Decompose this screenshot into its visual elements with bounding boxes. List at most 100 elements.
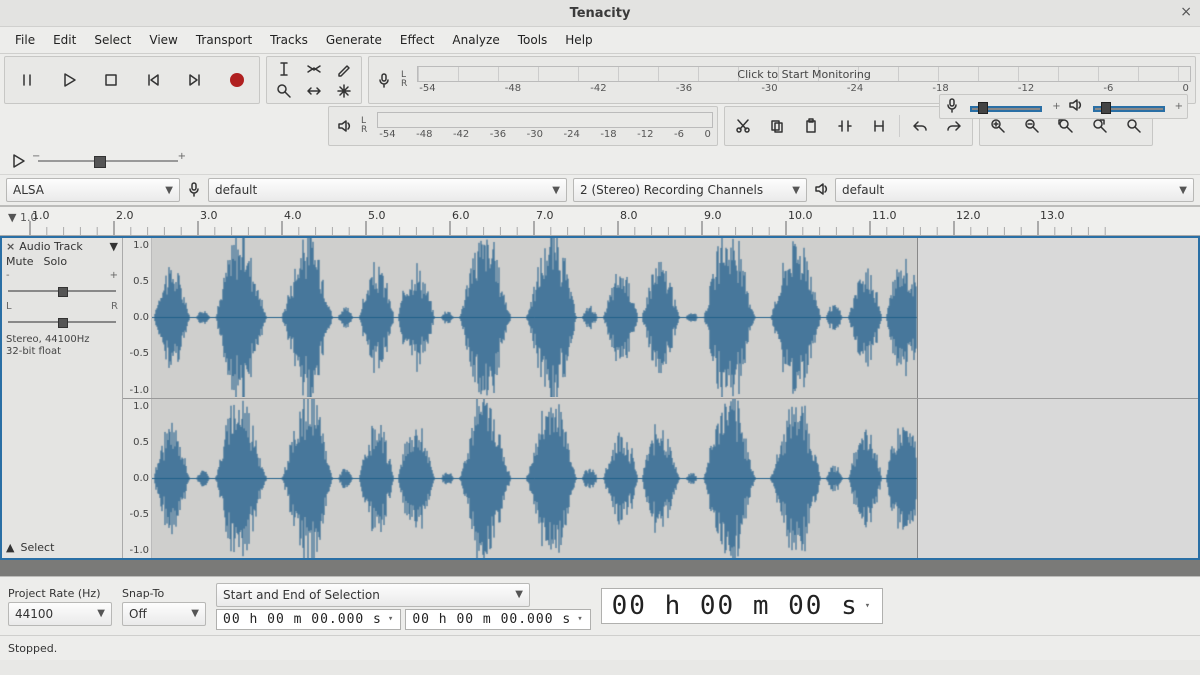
menu-transport[interactable]: Transport	[189, 30, 259, 50]
mixer-toolbar: + +	[939, 94, 1188, 119]
recording-meter-hint: Click to Start Monitoring	[737, 68, 870, 81]
rec-device-icon	[186, 181, 202, 200]
project-rate-combo[interactable]: 44100▼	[8, 602, 112, 626]
menu-help[interactable]: Help	[558, 30, 599, 50]
menu-tracks[interactable]: Tracks	[263, 30, 315, 50]
svg-text:3.0: 3.0	[200, 209, 218, 222]
close-icon[interactable]: ×	[1180, 4, 1192, 20]
track-channels: 1.00.50.0-0.5-1.0 1.00.50.0-0.5-1.0	[123, 238, 1198, 558]
menu-tools[interactable]: Tools	[511, 30, 555, 50]
tools-toolbar	[266, 56, 362, 104]
pan-slider[interactable]	[6, 315, 118, 329]
audio-position-field[interactable]: 00 h 00 m 00 s▾	[601, 588, 884, 624]
skip-end-button[interactable]	[177, 64, 213, 96]
track-name[interactable]: Audio Track	[19, 240, 83, 253]
snap-to-combo[interactable]: Off▼	[122, 602, 206, 626]
svg-text:13.0: 13.0	[1040, 209, 1065, 222]
speaker-icon[interactable]	[333, 109, 355, 143]
menu-edit[interactable]: Edit	[46, 30, 83, 50]
selection-end-field[interactable]: 00 h 00 m 00.000 s▾	[405, 609, 590, 630]
envelope-tool[interactable]	[301, 59, 327, 79]
svg-text:11.0: 11.0	[872, 209, 897, 222]
menubar: File Edit Select View Transport Tracks G…	[0, 27, 1200, 54]
recording-meter[interactable]: Click to Start Monitoring	[417, 66, 1191, 82]
timeline-ruler[interactable]: ▼ 1.0 1.02.03.04.05.06.07.08.09.010.011.…	[0, 207, 1200, 236]
selection-start-field[interactable]: 00 h 00 m 00.000 s▾	[216, 609, 401, 630]
svg-text:9.0: 9.0	[704, 209, 722, 222]
selection-tool[interactable]	[271, 59, 297, 79]
svg-text:4.0: 4.0	[284, 209, 302, 222]
device-toolbar: ALSA▼ default▼ 2 (Stereo) Recording Chan…	[0, 174, 1200, 206]
project-rate-label: Project Rate (Hz)	[8, 587, 112, 600]
skip-start-button[interactable]	[135, 64, 171, 96]
window-title: Tenacity	[570, 6, 631, 21]
audio-host-combo[interactable]: ALSA▼	[6, 178, 180, 202]
svg-text:7.0: 7.0	[536, 209, 554, 222]
snap-to-label: Snap-To	[122, 587, 206, 600]
cut-button[interactable]	[729, 112, 757, 140]
svg-text:1.0: 1.0	[32, 209, 50, 222]
play-at-speed-button[interactable]	[6, 150, 30, 172]
track-close-button[interactable]: ×	[6, 240, 15, 253]
copy-button[interactable]	[763, 112, 791, 140]
playback-meter[interactable]	[377, 112, 713, 128]
play-button[interactable]	[51, 64, 87, 96]
record-button[interactable]	[219, 64, 255, 96]
timeshift-tool[interactable]	[301, 81, 327, 101]
menu-analyze[interactable]: Analyze	[445, 30, 506, 50]
play-device-icon	[813, 181, 829, 200]
collapse-icon[interactable]: ▲	[6, 541, 14, 554]
svg-text:5.0: 5.0	[368, 209, 386, 222]
rec-channels-combo[interactable]: 2 (Stereo) Recording Channels▼	[573, 178, 807, 202]
pause-button[interactable]	[9, 64, 45, 96]
mute-button[interactable]: Mute	[6, 255, 34, 268]
menu-generate[interactable]: Generate	[319, 30, 389, 50]
transport-toolbar	[4, 56, 260, 104]
play-meter-lr-label: LR	[361, 117, 367, 135]
menu-view[interactable]: View	[142, 30, 184, 50]
channel-left[interactable]: 1.00.50.0-0.5-1.0	[123, 238, 1198, 399]
svg-text:10.0: 10.0	[788, 209, 813, 222]
play-at-speed-toolbar: − +	[0, 148, 1200, 174]
stop-button[interactable]	[93, 64, 129, 96]
draw-tool[interactable]	[331, 59, 357, 79]
svg-text:6.0: 6.0	[452, 209, 470, 222]
status-text: Stopped.	[8, 642, 57, 655]
track-format-label: Stereo, 44100Hz 32-bit float	[6, 334, 118, 358]
tracks-area[interactable]: × Audio Track ▼ Mute Solo -+ LR Stereo, …	[0, 236, 1200, 576]
menu-file[interactable]: File	[8, 30, 42, 50]
zoom-tool[interactable]	[271, 81, 297, 101]
trim-button[interactable]	[831, 112, 859, 140]
track-control-panel[interactable]: × Audio Track ▼ Mute Solo -+ LR Stereo, …	[2, 238, 123, 558]
svg-text:2.0: 2.0	[116, 209, 134, 222]
menu-select[interactable]: Select	[87, 30, 138, 50]
svg-text:8.0: 8.0	[620, 209, 638, 222]
track-select-label[interactable]: Select	[20, 541, 54, 554]
toolbars: LR Click to Start Monitoring -54-48-42-3…	[0, 54, 1200, 207]
channel-right[interactable]: 1.00.50.0-0.5-1.0	[123, 399, 1198, 559]
paste-button[interactable]	[797, 112, 825, 140]
silence-button[interactable]	[865, 112, 893, 140]
status-bar: Stopped.	[0, 635, 1200, 660]
menu-effect[interactable]: Effect	[393, 30, 442, 50]
playback-meter-panel: LR -54-48-42-36-30-24-18-12-60	[328, 106, 718, 146]
track-menu-chevron-icon[interactable]: ▼	[110, 240, 118, 253]
vruler-left: 1.00.50.0-0.5-1.0	[123, 238, 152, 398]
play-device-combo[interactable]: default▼	[835, 178, 1194, 202]
svg-text:12.0: 12.0	[956, 209, 981, 222]
rec-device-combo[interactable]: default▼	[208, 178, 567, 202]
rec-vol-icon	[944, 97, 960, 116]
titlebar: Tenacity ×	[0, 0, 1200, 27]
gain-slider[interactable]	[6, 284, 118, 298]
audio-track: × Audio Track ▼ Mute Solo -+ LR Stereo, …	[0, 236, 1200, 560]
mic-icon[interactable]	[373, 63, 395, 97]
multi-tool[interactable]	[331, 81, 357, 101]
undo-button[interactable]	[906, 112, 934, 140]
play-volume-slider[interactable]	[1089, 100, 1169, 114]
play-meter-scale: -54-48-42-36-30-24-18-12-60	[377, 129, 713, 140]
selection-toolbar: Project Rate (Hz) 44100▼ Snap-To Off▼ St…	[0, 576, 1200, 635]
rec-volume-slider[interactable]	[966, 100, 1046, 114]
playback-speed-slider[interactable]: − +	[38, 153, 178, 169]
solo-button[interactable]: Solo	[44, 255, 68, 268]
selection-mode-combo[interactable]: Start and End of Selection▼	[216, 583, 530, 607]
